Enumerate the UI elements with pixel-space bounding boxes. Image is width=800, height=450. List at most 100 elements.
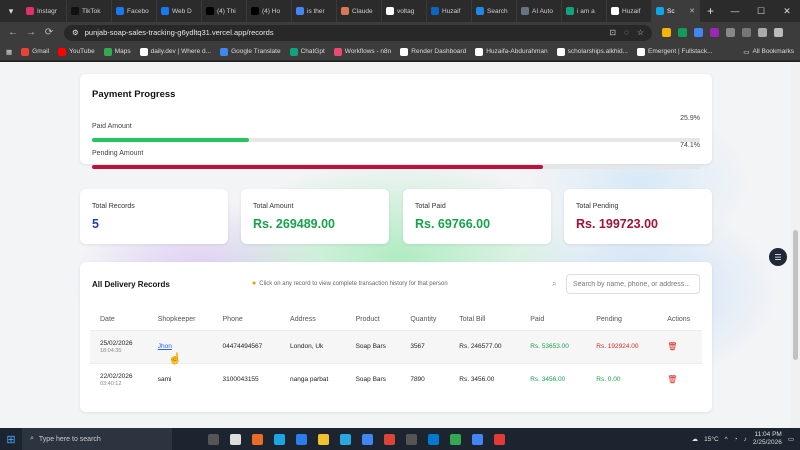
minimize-icon[interactable]: —	[722, 6, 748, 17]
notification-icon[interactable]: ▭	[788, 435, 794, 443]
app-icon[interactable]	[230, 433, 241, 445]
tab-label: Claude	[352, 7, 373, 15]
site-info-icon[interactable]: ⚙	[72, 28, 79, 37]
bookmark-item[interactable]: Huzaifa-Abdurahman	[475, 47, 548, 56]
column-header: Paid	[530, 316, 545, 324]
address-bar[interactable]: ⚙ punjab-soap-sales-tracking-g6ydltq31.v…	[64, 24, 652, 41]
task-view-icon[interactable]	[208, 433, 219, 445]
stat-value: Rs. 199723.00	[576, 217, 659, 231]
records-hint-text: Click on any record to view complete tra…	[259, 280, 448, 287]
volume-icon[interactable]: ♪	[744, 436, 747, 443]
browser-tab[interactable]: Huzaif	[607, 0, 652, 22]
chrome-icon[interactable]	[450, 433, 461, 445]
bookmark-star-icon[interactable]: ☆	[637, 28, 644, 37]
bookmark-item[interactable]: Emergent | Fullstack...	[637, 47, 713, 56]
taskbar-search[interactable]: ⌕ Type here to search	[22, 428, 172, 450]
tab-favicon-icon	[521, 7, 529, 15]
office-icon[interactable]	[252, 433, 263, 445]
puzzle-icon[interactable]	[742, 28, 751, 37]
bookmark-label: scholarships.alkhid...	[567, 48, 628, 55]
payment-progress-card: Payment Progress Paid Amount 25.9% Pendi…	[80, 74, 712, 169]
delete-icon[interactable]: 🗑	[667, 375, 677, 384]
chrome-icon[interactable]	[472, 433, 483, 445]
table-row[interactable]: 22/02/2026 03:40:12 sami 3100043155 nanga pa…	[90, 362, 702, 396]
bookmark-item[interactable]: ChatGpt	[289, 47, 325, 56]
cell-phone: 04474494567	[212, 329, 281, 363]
extension-icon[interactable]	[694, 28, 703, 37]
browser-tab[interactable]: Instagr	[22, 0, 67, 22]
pending-fill-bar	[92, 165, 543, 169]
records-title: All Delivery Records	[92, 280, 170, 289]
all-bookmarks-button[interactable]: ▭ All Bookmarks	[743, 48, 794, 56]
tab-favicon-icon	[341, 7, 349, 15]
bookmark-item[interactable]: scholarships.alkhid...	[556, 47, 628, 56]
bookmark-item[interactable]: Workflows - n8n	[333, 47, 391, 56]
app-icon[interactable]	[340, 433, 351, 445]
browser-tab[interactable]: i am a	[562, 0, 607, 22]
tab-favicon-icon	[116, 7, 124, 15]
floating-menu-icon[interactable]: ☰	[769, 248, 787, 266]
hide-eye-icon[interactable]: ◌	[624, 28, 629, 37]
shopkeeper-name[interactable]: sami	[158, 376, 172, 383]
reload-icon[interactable]: ⟳	[40, 27, 58, 38]
edge-icon[interactable]	[274, 433, 285, 445]
vscode-icon[interactable]	[428, 433, 439, 445]
stat-value: Rs. 269489.00	[253, 217, 336, 231]
bookmark-label: daily.dev | Where d...	[150, 48, 212, 55]
browser-tab[interactable]: Claude	[337, 0, 382, 22]
bookmark-item[interactable]: Maps	[103, 47, 131, 56]
cell-date: 25/02/2026 18:04:35	[90, 329, 148, 363]
bookmark-item[interactable]: Gmail	[21, 47, 49, 56]
extension-icon[interactable]	[678, 28, 687, 37]
close-window-icon[interactable]: ✕	[774, 6, 800, 17]
scrollbar-thumb[interactable]	[793, 230, 798, 360]
maximize-icon[interactable]: ☐	[748, 6, 774, 17]
app-icon[interactable]	[362, 433, 373, 445]
bookmark-favicon-icon	[103, 47, 112, 56]
browser-tab[interactable]: Search	[472, 0, 517, 22]
close-tab-icon[interactable]: ✕	[689, 7, 695, 15]
bookmark-item[interactable]: YouTube	[58, 47, 95, 56]
chrome-icon[interactable]	[384, 433, 395, 445]
wordpress-icon[interactable]	[406, 433, 417, 445]
tab-search-icon[interactable]: ▾	[0, 0, 22, 22]
browser-tab[interactable]: Web D	[157, 0, 202, 22]
delete-icon[interactable]: 🗑	[667, 342, 677, 351]
browser-tab[interactable]: TikTok	[67, 0, 112, 22]
forward-icon[interactable]: →	[22, 27, 40, 38]
bookmark-item[interactable]: Render Dashboard	[400, 47, 466, 56]
browser-tab[interactable]: is ther	[292, 0, 337, 22]
records-hint: ● Click on any record to view complete t…	[252, 280, 448, 287]
clock[interactable]: 11:04 PM 2/25/2026	[753, 431, 782, 447]
browser-tab[interactable]: AI Auto	[517, 0, 562, 22]
page-scrollbar[interactable]	[791, 62, 800, 428]
extension-icon[interactable]	[710, 28, 719, 37]
new-tab-button[interactable]: +	[700, 4, 721, 18]
extensions	[662, 28, 783, 37]
search-input[interactable]	[566, 274, 700, 294]
browser-tab[interactable]: Sc ✕	[652, 0, 700, 22]
bookmark-item[interactable]: daily.dev | Where d...	[139, 47, 212, 56]
browser-tab[interactable]: Facebo	[112, 0, 157, 22]
store-icon[interactable]	[296, 433, 307, 445]
browser-tab[interactable]: (4) Thi	[202, 0, 247, 22]
weather-icon[interactable]: ☁	[692, 435, 699, 443]
pen-icon[interactable]	[726, 28, 735, 37]
tray-chevron-icon[interactable]: ^	[725, 436, 728, 443]
network-icon[interactable]: ◔	[734, 436, 738, 443]
tab-favicon-icon	[251, 7, 259, 15]
browser-tab[interactable]: (4) Ho	[247, 0, 292, 22]
extension-icon[interactable]	[662, 28, 671, 37]
browser-tab[interactable]: voltag	[382, 0, 427, 22]
file-explorer-icon[interactable]	[318, 433, 329, 445]
menu-dots-icon[interactable]	[774, 28, 783, 37]
bookmark-item[interactable]: Google Translate	[220, 47, 281, 56]
install-icon[interactable]: ⊡	[609, 28, 616, 37]
back-icon[interactable]: ←	[4, 27, 22, 38]
apps-grid-icon[interactable]: ▦	[6, 48, 12, 56]
browser-tab[interactable]: Huzaif	[427, 0, 472, 22]
windows-start-icon[interactable]: ⊞	[0, 433, 22, 446]
profile-avatar-icon[interactable]	[758, 28, 767, 37]
shopkeeper-name[interactable]: Jhon	[158, 343, 172, 350]
app-icon[interactable]	[494, 433, 505, 445]
